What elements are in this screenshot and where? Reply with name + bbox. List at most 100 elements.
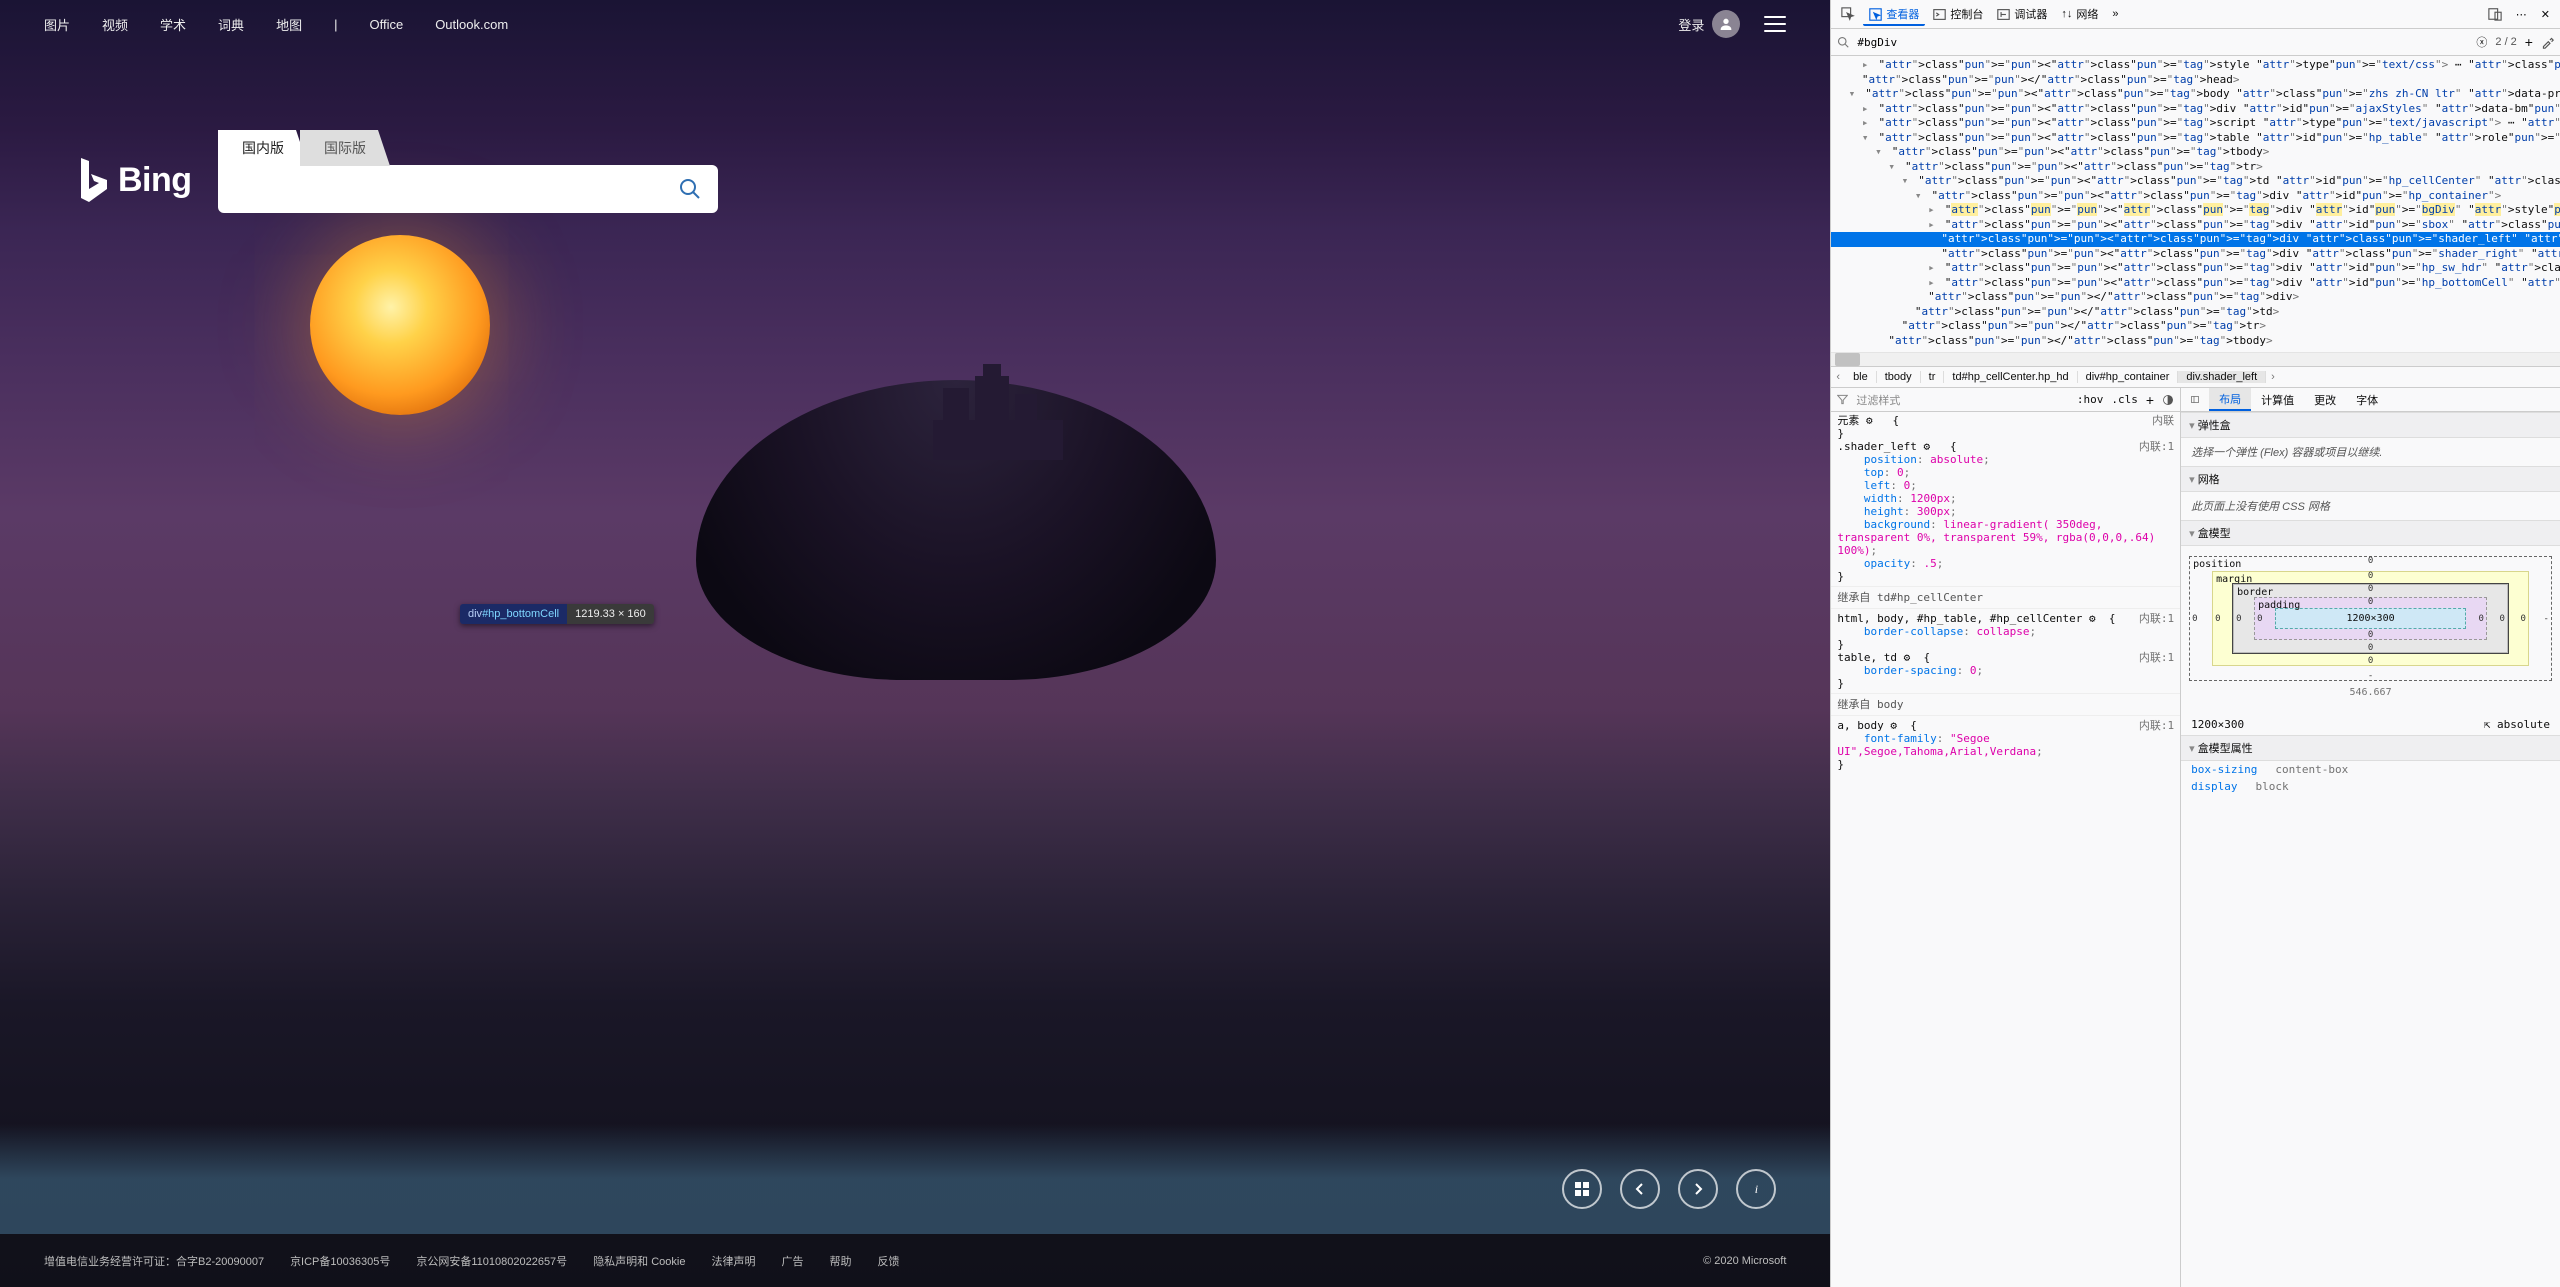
- dom-node[interactable]: ▸ "attr">class"pun">="pun"><"attr">class…: [1831, 261, 2560, 276]
- cls-toggle[interactable]: .cls: [2111, 393, 2138, 406]
- crumb-4[interactable]: div#hp_container: [2078, 371, 2179, 383]
- search-input[interactable]: [236, 180, 678, 198]
- pos-bottom[interactable]: -: [2368, 671, 2373, 681]
- footer-link-4[interactable]: 法律声明: [711, 1253, 755, 1269]
- footer-link-0[interactable]: 增值电信业务经营许可证：合字B2-20090007: [44, 1253, 264, 1269]
- dom-node[interactable]: "attr">class"pun">="pun"></"attr">class"…: [1831, 290, 2560, 305]
- border-left[interactable]: 0: [2236, 614, 2241, 624]
- layout-body[interactable]: 弹性盒 选择一个弹性 (Flex) 容器或项目以继续. 网格 此页面上没有使用 …: [2181, 412, 2560, 1287]
- dom-hscrollbar[interactable]: [1831, 352, 2560, 366]
- grid-section-header[interactable]: 网格: [2181, 466, 2560, 492]
- breadcrumb-scroll-right[interactable]: ›: [2266, 371, 2280, 383]
- next-button[interactable]: [1678, 1169, 1718, 1209]
- nav-dictionary[interactable]: 词典: [218, 15, 244, 34]
- tabs-overflow[interactable]: »: [2106, 4, 2124, 24]
- eyedropper-icon[interactable]: [2541, 36, 2554, 49]
- boxmodel-section-header[interactable]: 盒模型: [2181, 520, 2560, 546]
- crumb-0[interactable]: ble: [1845, 371, 1877, 383]
- dom-node[interactable]: ▸ "attr">class"pun">="pun"><"attr">class…: [1831, 58, 2560, 73]
- content-size[interactable]: 1200×300: [2275, 608, 2466, 629]
- border-top[interactable]: 0: [2368, 584, 2373, 594]
- footer-link-7[interactable]: 反馈: [877, 1253, 899, 1269]
- dom-node[interactable]: "attr">class"pun">="pun"><"attr">class"p…: [1831, 247, 2560, 262]
- dom-node[interactable]: ▾ "attr">class"pun">="pun"><"attr">class…: [1831, 145, 2560, 160]
- responsive-mode-button[interactable]: [2482, 3, 2508, 25]
- nav-office[interactable]: Office: [369, 17, 403, 32]
- nav-academic[interactable]: 学术: [160, 15, 186, 34]
- margin-top[interactable]: 0: [2368, 571, 2373, 581]
- margin-right[interactable]: 0: [2521, 614, 2526, 624]
- dom-node[interactable]: "attr">class"pun">="pun"></"attr">class"…: [1831, 73, 2560, 88]
- tab-console[interactable]: 控制台: [1927, 2, 1989, 26]
- footer-link-5[interactable]: 广告: [781, 1253, 803, 1269]
- tab-inspector[interactable]: 查看器: [1863, 2, 1925, 26]
- pick-element-button[interactable]: [1835, 3, 1861, 25]
- dom-node[interactable]: "attr">class"pun">="pun"></"attr">class"…: [1831, 334, 2560, 349]
- rules-body[interactable]: 元素 ⚙ {内联}.shader_left ⚙ {内联:1 position: …: [1831, 412, 2180, 1287]
- nav-maps[interactable]: 地图: [276, 15, 302, 34]
- layout-tab-layout[interactable]: 布局: [2209, 388, 2251, 411]
- padding-bottom[interactable]: 0: [2368, 630, 2373, 640]
- avatar[interactable]: [1712, 10, 1740, 38]
- layout-tab-computed[interactable]: 计算值: [2251, 388, 2304, 411]
- pos-right[interactable]: -: [2544, 614, 2549, 624]
- prev-button[interactable]: [1620, 1169, 1660, 1209]
- toggle-sidebar-button[interactable]: [2181, 388, 2209, 411]
- nav-outlook[interactable]: Outlook.com: [435, 17, 508, 32]
- layout-tab-fonts[interactable]: 字体: [2346, 388, 2388, 411]
- dom-tree[interactable]: ▸ "attr">class"pun">="pun"><"attr">class…: [1831, 56, 2560, 352]
- dom-node[interactable]: ▸ "attr">class"pun">="pun"><"attr">class…: [1831, 276, 2560, 291]
- devtools-close[interactable]: ✕: [2535, 4, 2556, 25]
- dom-node[interactable]: ▾ "attr">class"pun">="pun"><"attr">class…: [1831, 160, 2560, 175]
- margin-left[interactable]: 0: [2215, 614, 2220, 624]
- crumb-2[interactable]: tr: [1921, 371, 1945, 383]
- dom-node[interactable]: ▸ "attr">class"pun">="pun"><"attr">class…: [1831, 203, 2560, 218]
- dom-node[interactable]: ▸ "attr">class"pun">="pun"><"attr">class…: [1831, 218, 2560, 233]
- login-link[interactable]: 登录: [1678, 15, 1704, 34]
- border-right[interactable]: 0: [2500, 614, 2505, 624]
- crumb-5[interactable]: div.shader_left: [2178, 371, 2266, 383]
- dom-node[interactable]: "attr">class"pun">="pun"></"attr">class"…: [1831, 305, 2560, 320]
- search-icon[interactable]: [678, 177, 702, 201]
- filter-label[interactable]: 过滤样式: [1856, 392, 1900, 408]
- dom-node[interactable]: ▾ "attr">class"pun">="pun"><"attr">class…: [1831, 174, 2560, 189]
- grid-button[interactable]: [1562, 1169, 1602, 1209]
- margin-bottom[interactable]: 0: [2368, 656, 2373, 666]
- info-button[interactable]: i: [1736, 1169, 1776, 1209]
- dom-node[interactable]: "attr">class"pun">="pun"></"attr">class"…: [1831, 319, 2560, 334]
- layout-tab-changes[interactable]: 更改: [2304, 388, 2346, 411]
- padding-left[interactable]: 0: [2257, 614, 2262, 624]
- add-node-button[interactable]: +: [2525, 34, 2533, 50]
- footer-link-2[interactable]: 京公网安备11010802022657号: [416, 1253, 567, 1269]
- footer-link-3[interactable]: 隐私声明和 Cookie: [593, 1253, 685, 1269]
- crumb-3[interactable]: td#hp_cellCenter.hp_hd: [1944, 371, 2077, 383]
- hamburger-menu[interactable]: [1764, 16, 1786, 32]
- breadcrumb-scroll-left[interactable]: ‹: [1831, 371, 1845, 383]
- devtools-menu[interactable]: ⋯: [2510, 4, 2533, 25]
- pos-top[interactable]: 0: [2368, 556, 2373, 566]
- padding-top[interactable]: 0: [2368, 597, 2373, 607]
- dom-node[interactable]: ▾ "attr">class"pun">="pun"><"attr">class…: [1831, 131, 2560, 146]
- dom-node[interactable]: ▸ "attr">class"pun">="pun"><"attr">class…: [1831, 102, 2560, 117]
- dom-node[interactable]: ▸ "attr">class"pun">="pun"><"attr">class…: [1831, 116, 2560, 131]
- footer-link-6[interactable]: 帮助: [829, 1253, 851, 1269]
- footer-link-1[interactable]: 京ICP备10036305号: [290, 1253, 390, 1269]
- tab-debugger[interactable]: 调试器: [1991, 2, 2053, 26]
- tab-domestic[interactable]: 国内版: [218, 130, 308, 166]
- tab-network[interactable]: ↑↓网络: [2055, 2, 2104, 26]
- dom-node[interactable]: "attr">class"pun">="pun"><"attr">class"p…: [1831, 232, 2560, 247]
- border-bottom[interactable]: 0: [2368, 643, 2373, 653]
- clear-search[interactable]: ⓧ: [2476, 34, 2487, 50]
- add-rule-button[interactable]: +: [2146, 392, 2154, 408]
- boxprops-section-header[interactable]: 盒模型属性: [2181, 735, 2560, 761]
- pos-left[interactable]: 0: [2192, 614, 2197, 624]
- nav-images[interactable]: 图片: [44, 15, 70, 34]
- light-dark-toggle[interactable]: [2162, 394, 2174, 406]
- flexbox-section-header[interactable]: 弹性盒: [2181, 412, 2560, 438]
- nav-video[interactable]: 视频: [102, 15, 128, 34]
- dom-node[interactable]: ▾ "attr">class"pun">="pun"><"attr">class…: [1831, 87, 2560, 102]
- dom-node[interactable]: ▾ "attr">class"pun">="pun"><"attr">class…: [1831, 189, 2560, 204]
- hov-toggle[interactable]: :hov: [2077, 393, 2104, 406]
- dom-search-input[interactable]: [1857, 36, 2468, 49]
- crumb-1[interactable]: tbody: [1877, 371, 1921, 383]
